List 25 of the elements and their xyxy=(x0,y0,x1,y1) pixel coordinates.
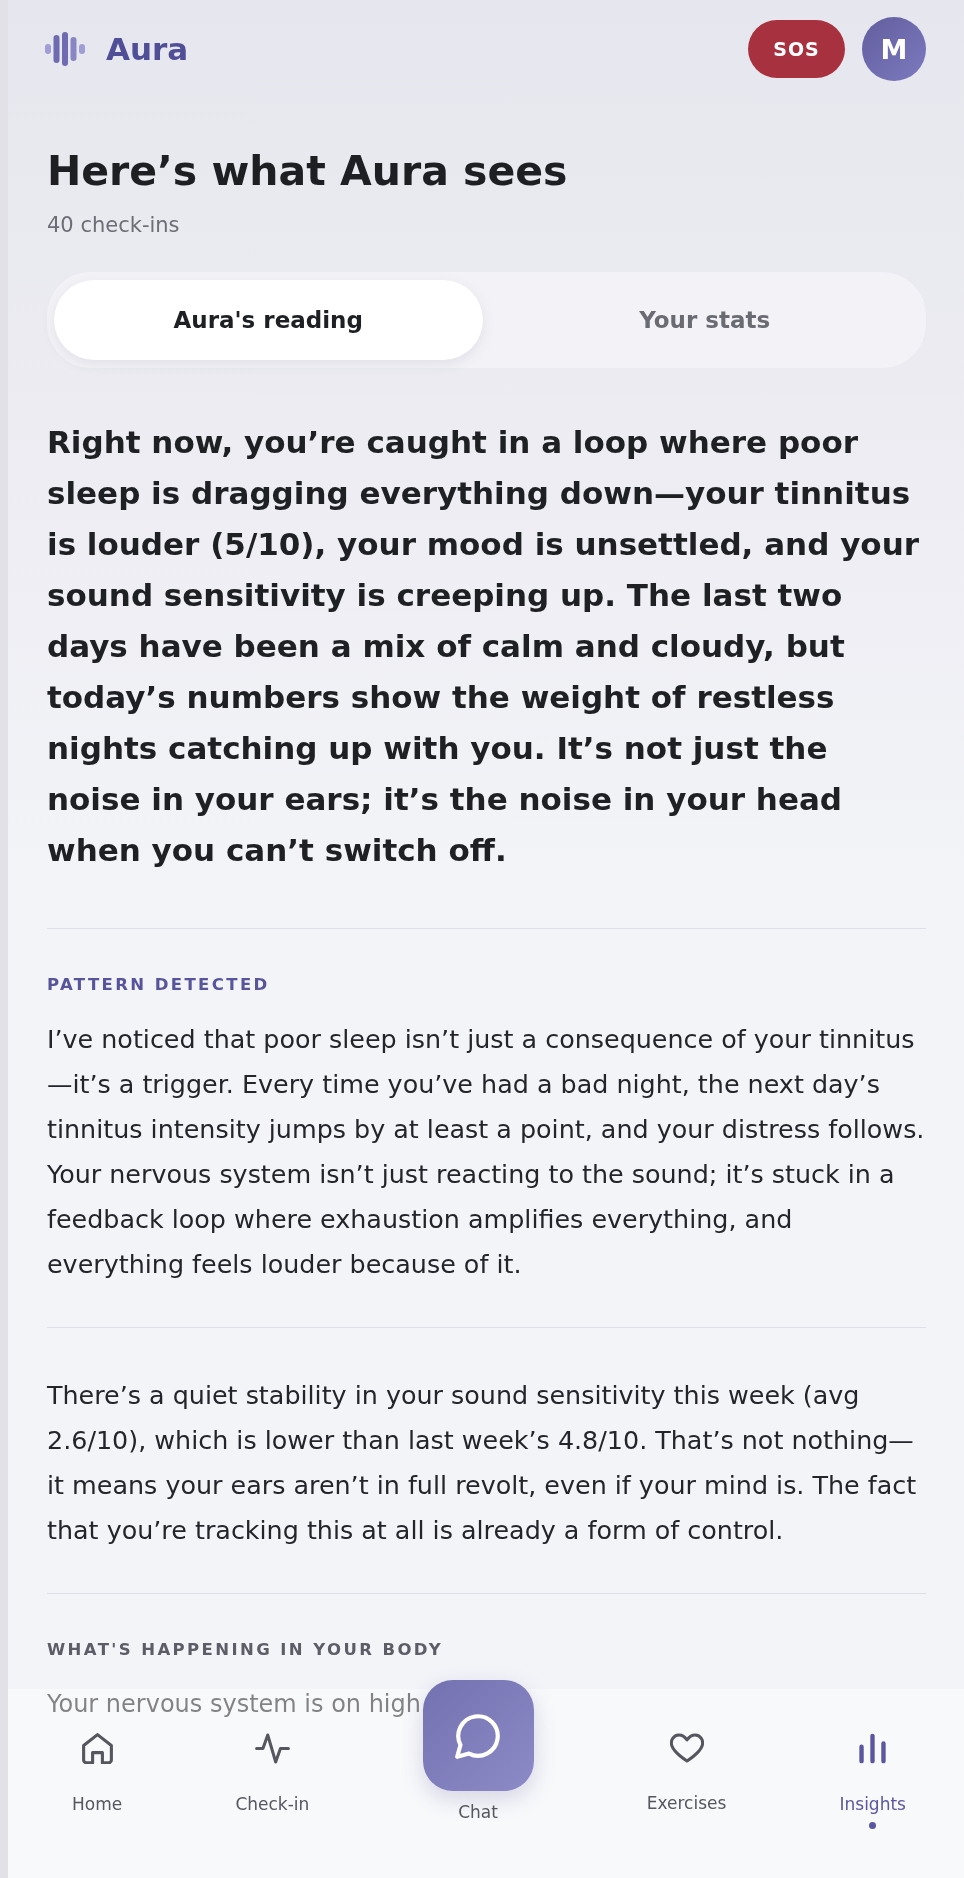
nav-tab[interactable]: Insights xyxy=(839,1733,906,1815)
bar-chart-icon xyxy=(859,1733,887,1764)
pulse-icon xyxy=(254,1733,290,1764)
nav-tab[interactable]: Exercises xyxy=(646,1733,727,1814)
home-icon xyxy=(81,1733,113,1764)
tab[interactable]: Aura's reading xyxy=(54,280,483,360)
checkin-count: 40 check-ins xyxy=(47,212,181,239)
sound-wave-icon xyxy=(45,32,85,66)
nav-tab[interactable]: Check-in xyxy=(235,1733,310,1815)
heart-icon xyxy=(669,1733,704,1763)
section-heading: PATTERN DETECTED xyxy=(47,974,271,996)
summary-paragraph: Right now, you’re caught in a loop where poor sleep is dragging everything down—your tinnitus is louder (5/10), your mood is unsettled, and your sound sensitivity is creeping up. The last two days have been a mix of calm and cloudy, but today’s numbers show the weight of restless nights catching up with you. It’s not just the noise in your ears; it’s the noise in your head when you can’t switch off. xyxy=(47,423,920,870)
page-title: Here’s what Aura sees xyxy=(47,146,569,197)
tab[interactable]: Your stats xyxy=(490,280,919,360)
chat-bubble-icon xyxy=(422,1680,534,1791)
nav-tab[interactable]: Home xyxy=(72,1733,123,1815)
section-heading: WHAT'S HAPPENING IN YOUR BODY xyxy=(47,1639,445,1661)
section-paragraph: I’ve noticed that poor sleep isn’t just a consequence of your tinnitus—it’s a trigger. Every time you’ve had a bad night, the next day’s tinnitus intensity jumps by at least a point, and your distress follows. Your nervous system isn’t just reacting to the sound; it’s stuck in a feedback loop where exhaustion amplifies everything, and everything feels louder because of it. xyxy=(47,1023,926,1281)
section-paragraph: Your nervous system is on high xyxy=(47,1689,421,1720)
section-paragraph: There’s a quiet stability in your sound sensitivity this week (avg 2.6/10), which is lower than last week’s 4.8/10. That’s not nothing—it means your ears aren’t in full revolt, even if your mind is. The fact that you’re tracking this at all is already a form of control. xyxy=(47,1379,918,1547)
profile-avatar[interactable]: M xyxy=(862,17,926,81)
chat-nav-button[interactable]: Chat xyxy=(422,1680,534,1823)
app-name: Aura xyxy=(106,33,189,65)
active-dot-icon xyxy=(869,1822,877,1829)
sos-button[interactable]: SOS xyxy=(748,20,845,78)
